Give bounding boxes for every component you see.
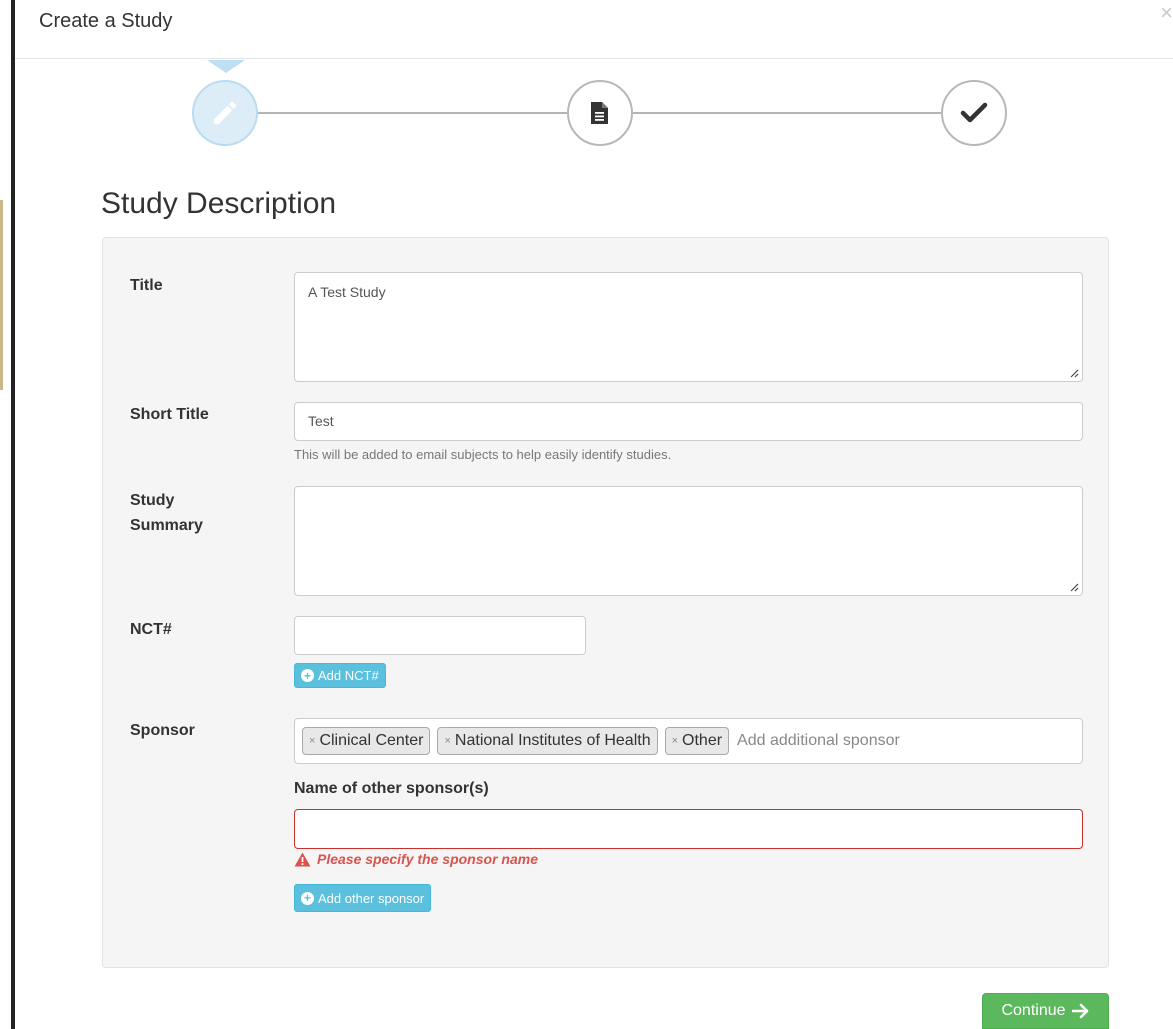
document-icon bbox=[591, 102, 608, 124]
other-sponsor-label: Name of other sponsor(s) bbox=[294, 780, 489, 797]
add-other-sponsor-button[interactable]: + Add other sponsor bbox=[294, 884, 432, 912]
study-summary-label-line1: Study bbox=[130, 492, 175, 509]
short-title-input[interactable]: Test bbox=[294, 402, 1083, 441]
title-textarea[interactable]: A Test Study bbox=[294, 272, 1083, 382]
nct-input[interactable] bbox=[294, 616, 586, 655]
sponsor-tag: × Clinical Center bbox=[302, 727, 431, 755]
step-connector bbox=[258, 112, 567, 114]
continue-button[interactable]: Continue bbox=[982, 993, 1109, 1029]
warning-icon bbox=[294, 852, 311, 866]
close-icon[interactable]: × bbox=[1160, 2, 1173, 24]
sponsor-search-input[interactable]: Add additional sponsor bbox=[737, 732, 900, 750]
progress-stepper bbox=[0, 60, 1173, 170]
remove-tag-icon[interactable]: × bbox=[672, 735, 678, 747]
section-title: Study Description bbox=[101, 187, 337, 220]
resize-grip-icon[interactable] bbox=[1069, 582, 1079, 592]
short-title-label: Short Title bbox=[130, 406, 209, 423]
active-step-pointer bbox=[207, 60, 245, 73]
sponsor-tag: × National Institutes of Health bbox=[437, 727, 658, 755]
sponsor-tag: × Other bbox=[664, 727, 730, 755]
sponsor-tag-label: Clinical Center bbox=[319, 732, 424, 749]
step-connector bbox=[633, 112, 941, 114]
study-summary-label-line2: Summary bbox=[130, 517, 203, 534]
other-sponsor-error: Please specify the sponsor name bbox=[294, 851, 538, 867]
continue-label: Continue bbox=[1001, 1002, 1066, 1019]
step-confirm[interactable] bbox=[941, 80, 1007, 146]
checkmark-icon bbox=[960, 102, 988, 123]
title-label: Title bbox=[130, 277, 163, 294]
resize-grip-icon[interactable] bbox=[1069, 368, 1079, 378]
study-summary-label: Study Summary bbox=[130, 488, 203, 538]
remove-tag-icon[interactable]: × bbox=[309, 735, 315, 747]
plus-circle-icon: + bbox=[301, 669, 314, 682]
sponsor-tag-label: Other bbox=[682, 732, 723, 749]
remove-tag-icon[interactable]: × bbox=[444, 735, 450, 747]
background-strip bbox=[0, 200, 3, 390]
arrow-right-icon bbox=[1071, 1003, 1088, 1019]
add-nct-label: Add NCT# bbox=[318, 668, 379, 683]
other-sponsor-input[interactable] bbox=[294, 809, 1083, 849]
sponsor-tag-input[interactable]: × Clinical Center × National Institutes … bbox=[294, 718, 1083, 764]
step-documents[interactable] bbox=[567, 80, 633, 146]
other-sponsor-error-text: Please specify the sponsor name bbox=[317, 851, 538, 867]
short-title-help: This will be added to email subjects to … bbox=[294, 447, 672, 462]
study-summary-textarea[interactable] bbox=[294, 486, 1083, 596]
title-value: A Test Study bbox=[308, 284, 386, 300]
sponsor-tag-label: National Institutes of Health bbox=[454, 732, 651, 749]
pencil-icon bbox=[213, 101, 237, 125]
sponsor-label: Sponsor bbox=[130, 722, 195, 739]
plus-circle-icon: + bbox=[301, 891, 314, 905]
modal-header: Create a Study × bbox=[15, 0, 1173, 59]
add-other-sponsor-label: Add other sponsor bbox=[318, 890, 425, 906]
add-nct-button[interactable]: + Add NCT# bbox=[294, 663, 386, 688]
step-description[interactable] bbox=[192, 80, 258, 146]
modal-title: Create a Study bbox=[39, 10, 173, 32]
short-title-value: Test bbox=[308, 413, 334, 429]
nct-label: NCT# bbox=[130, 621, 172, 638]
